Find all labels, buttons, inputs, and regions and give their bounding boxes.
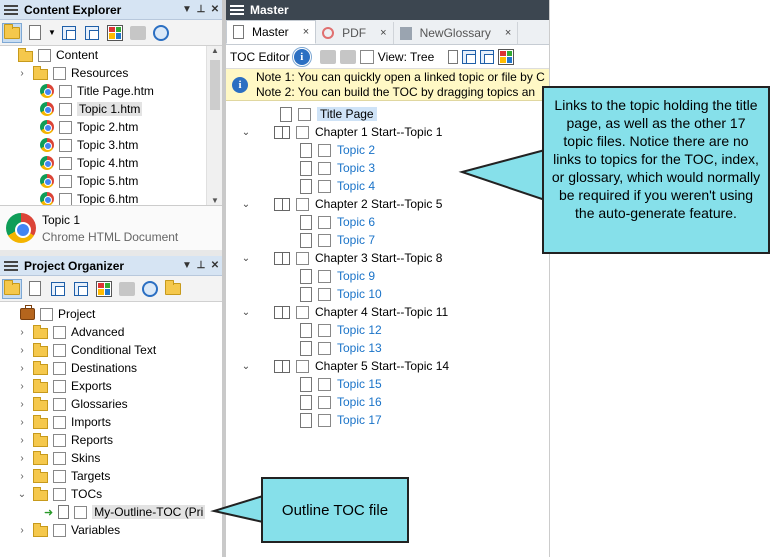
callout-pointers [210,148,546,524]
callout-outline-toc: Outline TOC file [261,477,409,543]
callout-bottom-pointer [210,494,264,524]
callout-links-note: Links to the topic holding the title pag… [542,86,770,254]
callout-top-pointer [458,148,546,202]
